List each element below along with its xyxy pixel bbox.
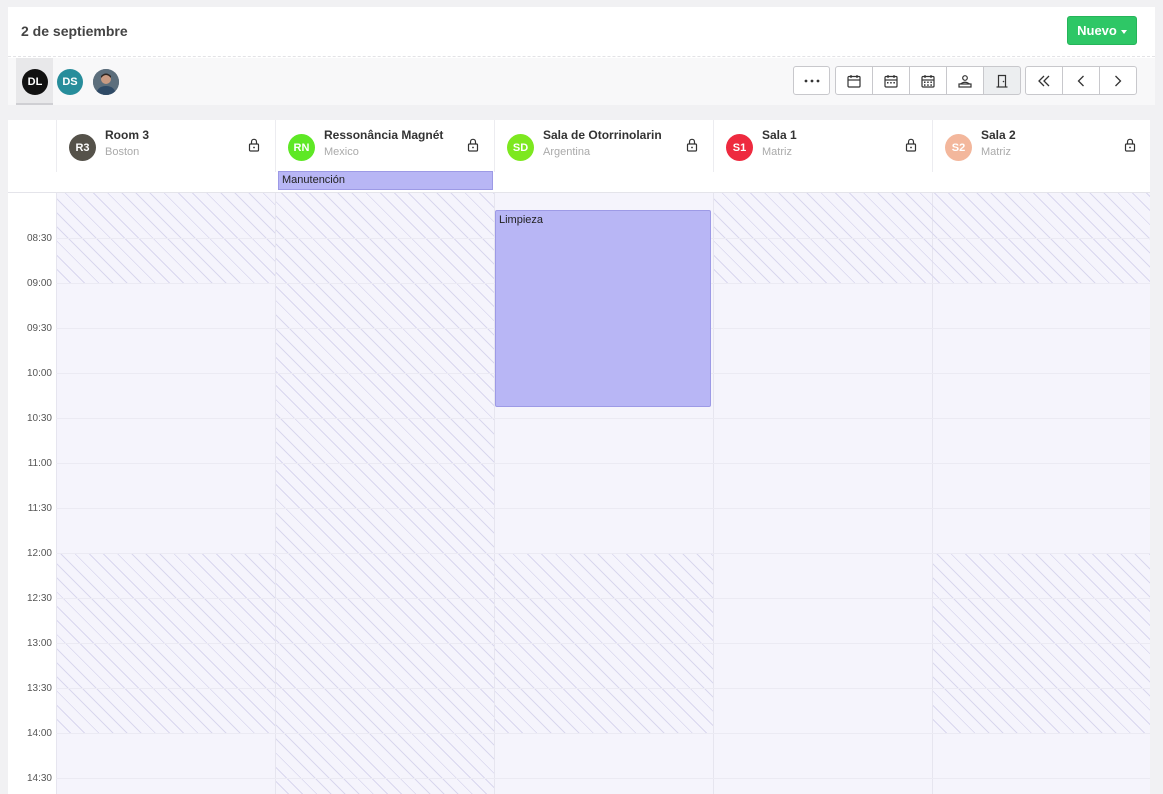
time-label: 14:00 bbox=[26, 728, 52, 739]
resource-avatar: RN bbox=[288, 134, 315, 161]
resource-name: Sala 2 bbox=[981, 128, 1016, 142]
toolbar-row: DL DS bbox=[8, 58, 1155, 105]
door-icon bbox=[996, 74, 1008, 88]
time-label: 12:00 bbox=[26, 548, 52, 559]
grid-line bbox=[56, 598, 1150, 599]
resource-name: Room 3 bbox=[105, 128, 150, 142]
user-photo-icon bbox=[93, 69, 119, 95]
time-label: 12:30 bbox=[26, 593, 52, 604]
grid-line bbox=[56, 418, 1150, 419]
week-view-button[interactable] bbox=[872, 66, 910, 95]
calendar-card: R3 Room 3 Boston RN Ressonância Magnét M… bbox=[8, 120, 1150, 794]
chevron-right-icon bbox=[1115, 75, 1122, 86]
grid-line bbox=[56, 778, 1150, 779]
resource-location: Mexico bbox=[324, 146, 359, 158]
grid-line bbox=[56, 463, 1150, 464]
calendar-month-icon bbox=[921, 74, 935, 88]
next-button[interactable] bbox=[1099, 66, 1137, 95]
new-button-label: Nuevo bbox=[1077, 23, 1117, 38]
calendar-event[interactable]: Limpieza bbox=[495, 210, 711, 407]
more-icon bbox=[804, 79, 819, 82]
resource-location: Matriz bbox=[981, 146, 1011, 158]
time-label: 08:30 bbox=[26, 233, 52, 244]
users-icon bbox=[958, 74, 972, 88]
resource-location: Boston bbox=[105, 146, 140, 158]
resource-avatar: R3 bbox=[69, 134, 96, 161]
calendar-week-icon bbox=[884, 74, 898, 88]
time-label: 14:30 bbox=[26, 773, 52, 784]
resource-header-sala-1[interactable]: S1 Sala 1 Matriz bbox=[713, 120, 932, 172]
month-view-button[interactable] bbox=[909, 66, 947, 95]
day-view-button[interactable] bbox=[835, 66, 873, 95]
user-avatar-dl[interactable]: DL bbox=[22, 69, 48, 95]
time-label: 10:00 bbox=[26, 368, 52, 379]
rooms-view-button[interactable] bbox=[983, 66, 1021, 95]
resource-avatar: S2 bbox=[945, 134, 972, 161]
grid-line bbox=[56, 553, 1150, 554]
user-avatar-ds[interactable]: DS bbox=[57, 69, 83, 95]
resource-header-room-3[interactable]: R3 Room 3 Boston bbox=[56, 120, 275, 172]
chevron-left-icon bbox=[1077, 75, 1084, 86]
time-label: 11:30 bbox=[27, 503, 52, 514]
resource-name: Sala de Otorrinolarin bbox=[543, 128, 662, 142]
resource-location: Argentina bbox=[543, 146, 591, 158]
grid-line bbox=[56, 733, 1150, 734]
new-button[interactable]: Nuevo bbox=[1067, 16, 1137, 45]
users-view-button[interactable] bbox=[946, 66, 984, 95]
grid-line bbox=[56, 508, 1150, 509]
caret-down-icon bbox=[1120, 29, 1127, 34]
allday-event[interactable]: Manutención bbox=[278, 171, 493, 190]
time-label: 09:30 bbox=[26, 323, 52, 334]
resource-header-ressonancia[interactable]: RN Ressonância Magnét Mexico bbox=[275, 120, 494, 172]
resource-avatar: SD bbox=[507, 134, 534, 161]
calendar-day-icon bbox=[847, 74, 861, 88]
resource-header-sala-otorrino[interactable]: SD Sala de Otorrinolarin Argentina bbox=[494, 120, 713, 172]
time-label: 13:30 bbox=[26, 683, 52, 694]
grid-line bbox=[56, 688, 1150, 689]
double-chevron-left-icon bbox=[1038, 75, 1050, 86]
more-button[interactable] bbox=[793, 66, 830, 95]
prev-button[interactable] bbox=[1062, 66, 1100, 95]
user-avatar-photo[interactable] bbox=[93, 69, 119, 95]
time-label: 13:00 bbox=[26, 638, 52, 649]
time-label: 10:30 bbox=[26, 413, 52, 424]
resource-name: Sala 1 bbox=[762, 128, 797, 142]
time-label: 11:00 bbox=[27, 458, 52, 469]
first-page-button[interactable] bbox=[1025, 66, 1063, 95]
resource-header-sala-2[interactable]: S2 Sala 2 Matriz bbox=[932, 120, 1150, 172]
header-card: 2 de septiembre Nuevo DL DS bbox=[8, 7, 1155, 105]
resource-location: Matriz bbox=[762, 146, 792, 158]
grid-line bbox=[56, 643, 1150, 644]
time-grid: 08:30 09:00 09:30 10:00 10:30 11:00 11:3… bbox=[8, 192, 1150, 794]
lock-icon[interactable] bbox=[248, 138, 260, 152]
resource-name: Ressonância Magnét bbox=[324, 128, 444, 142]
page-title: 2 de septiembre bbox=[21, 23, 128, 39]
title-row: 2 de septiembre Nuevo bbox=[8, 7, 1155, 57]
lock-icon[interactable] bbox=[905, 138, 917, 152]
resource-avatar: S1 bbox=[726, 134, 753, 161]
lock-icon[interactable] bbox=[467, 138, 479, 152]
lock-icon[interactable] bbox=[686, 138, 698, 152]
time-label: 09:00 bbox=[26, 278, 52, 289]
lock-icon[interactable] bbox=[1124, 138, 1136, 152]
